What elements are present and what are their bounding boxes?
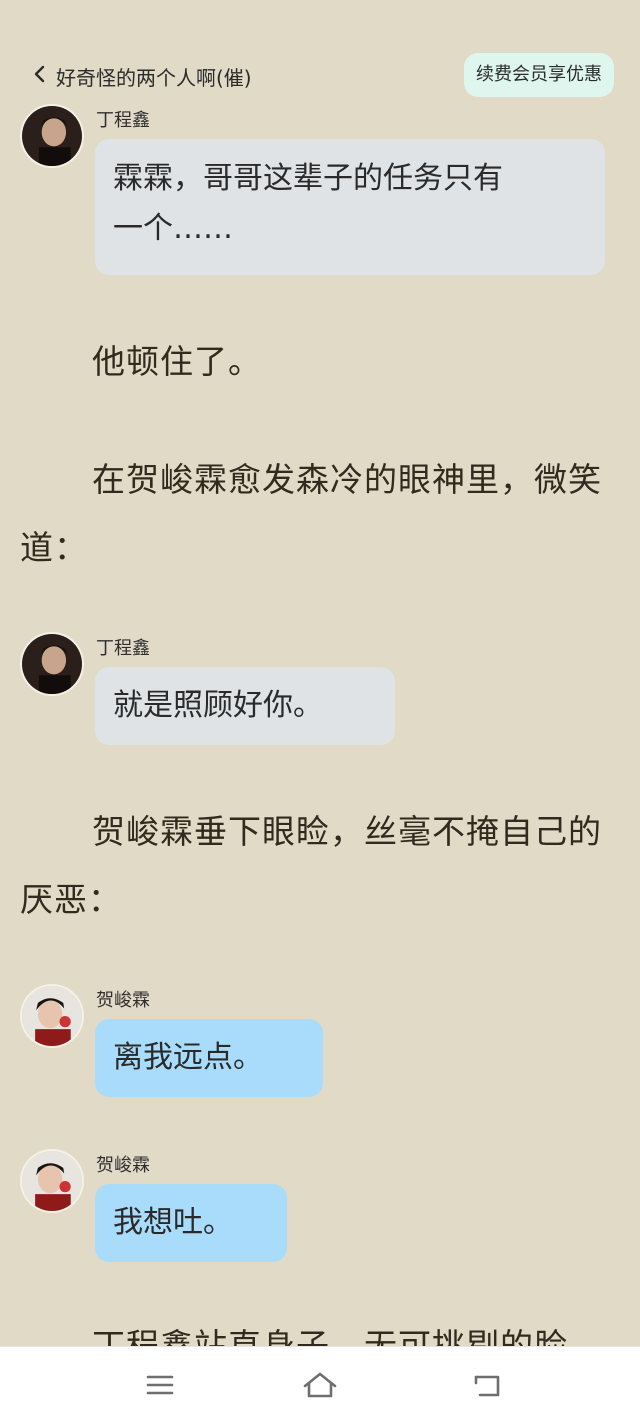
speaker-name: 贺峻霖 [96, 990, 150, 1011]
avatar[interactable] [20, 632, 84, 696]
speaker-name: 贺峻霖 [96, 1155, 150, 1176]
home-button[interactable] [300, 1367, 340, 1403]
chat-bubble: 霖霖，哥哥这辈子的任务只有 一个…… [95, 139, 605, 275]
chat-bubble: 我想吐。 [95, 1184, 287, 1262]
narrative-paragraph: 贺峻霖垂下眼睑，丝毫不掩自己的厌恶： [20, 812, 602, 919]
message-line: 霖霖，哥哥这辈子的任务只有 [113, 161, 503, 196]
chat-title: 好奇怪的两个人啊(催) [56, 65, 252, 90]
menu-button[interactable] [140, 1367, 180, 1403]
system-nav-bar [0, 1346, 640, 1423]
speaker-name: 丁程鑫 [96, 110, 150, 131]
chat-bubble: 离我远点。 [95, 1019, 323, 1097]
avatar[interactable] [20, 984, 84, 1048]
top-bar: 好奇怪的两个人啊(催) 续费会员享优惠 [0, 50, 640, 102]
chat-bubble: 就是照顾好你。 [95, 667, 395, 745]
chevron-left-icon [30, 64, 50, 89]
home-icon [300, 1372, 340, 1407]
message-line: 一个…… [113, 211, 233, 246]
speaker-name: 丁程鑫 [96, 638, 150, 659]
avatar[interactable] [20, 104, 84, 168]
vip-renew-button[interactable]: 续费会员享优惠 [464, 53, 614, 97]
back-button[interactable]: 好奇怪的两个人啊(催) [30, 60, 252, 92]
narrative-paragraph: 他顿住了。 [92, 342, 262, 381]
menu-icon [140, 1375, 180, 1407]
back-icon [468, 1375, 508, 1407]
narrative-paragraph: 在贺峻霖愈发森冷的眼神里，微笑道： [20, 460, 602, 567]
avatar[interactable] [20, 1149, 84, 1213]
back-nav-button[interactable] [468, 1367, 508, 1403]
